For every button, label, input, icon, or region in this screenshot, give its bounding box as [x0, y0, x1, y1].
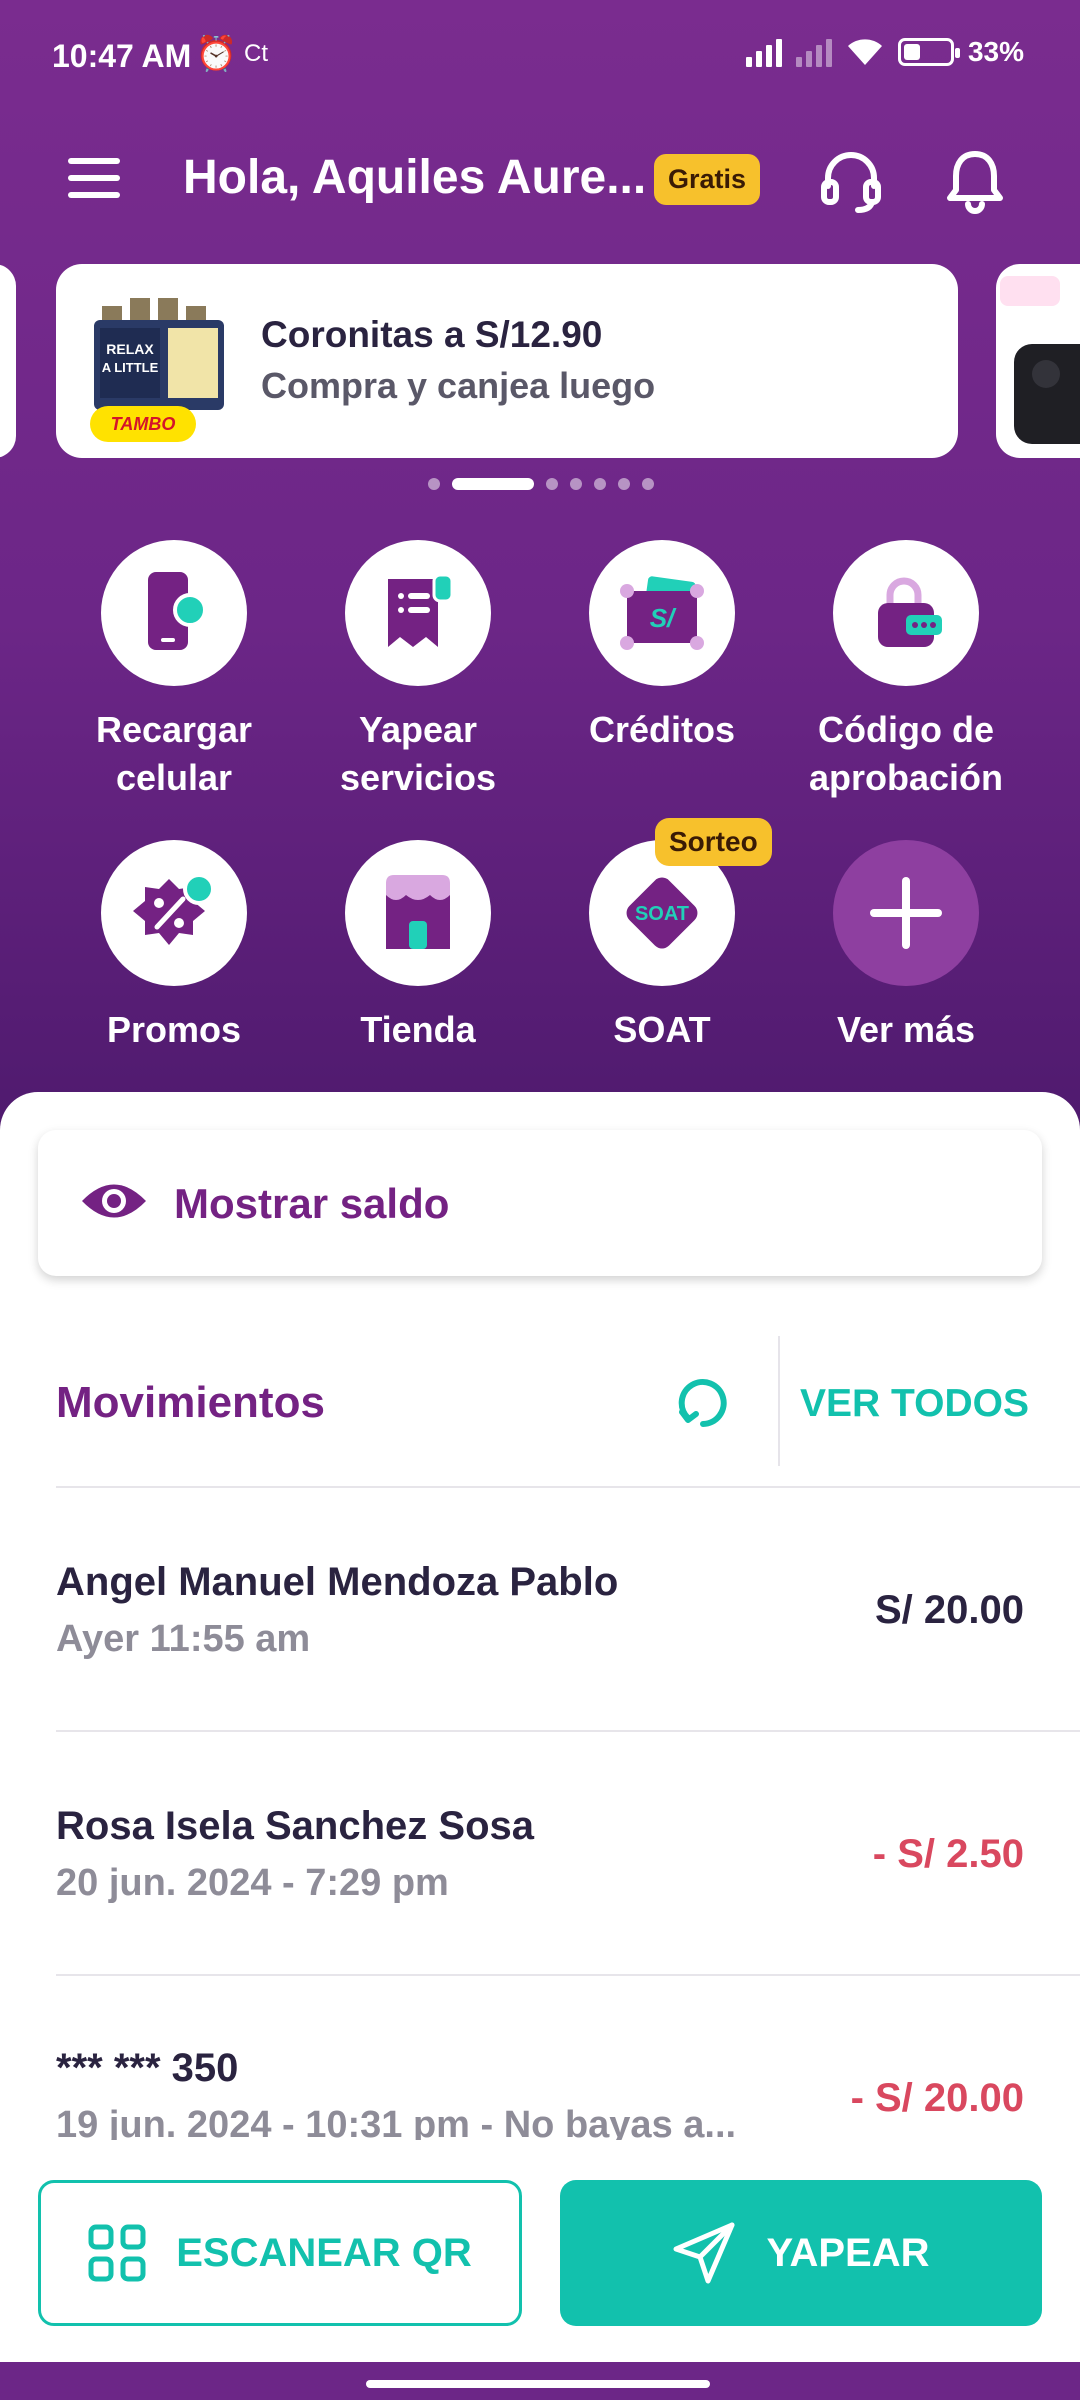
carousel-indicator [428, 478, 654, 490]
promo-card[interactable]: RELAX A LITTLE TAMBO Coronitas a S/12.90… [56, 264, 958, 458]
promo-beer-image: RELAX A LITTLE TAMBO [90, 298, 224, 442]
receipt-icon [388, 573, 454, 647]
action-label: SOAT [613, 1009, 711, 1050]
divider [56, 1486, 1080, 1488]
action-label: Ver más [836, 1009, 976, 1050]
refresh-icon[interactable] [672, 1372, 734, 1434]
store-icon [386, 875, 450, 949]
svg-text:RELAX: RELAX [106, 341, 154, 357]
svg-text:A LITTLE: A LITTLE [102, 360, 159, 375]
wifi-icon [847, 39, 882, 65]
bell-icon[interactable] [940, 146, 1010, 216]
transaction-amount: - S/ 2.50 [872, 1832, 1024, 1876]
lock-code-icon [878, 577, 942, 647]
battery-icon [897, 38, 960, 66]
transaction-amount: - S/ 20.00 [850, 2076, 1024, 2120]
action-label: Recargar celular [95, 709, 253, 798]
signal-2-icon [795, 37, 832, 67]
battery-percent: 33% [967, 36, 1024, 67]
home-indicator[interactable] [366, 2380, 710, 2388]
transaction-date: Ayer 11:55 am [56, 1618, 311, 1660]
movements-title: Movimientos [56, 1378, 325, 1427]
action-recargar-celular[interactable]: Recargar celular [54, 540, 294, 802]
action-codigo-aprobacion[interactable]: Código de aprobación [786, 540, 1026, 802]
soat-icon: SOAT [626, 877, 698, 949]
action-label: Yapear servicios [339, 709, 497, 798]
show-balance-label: Mostrar saldo [174, 1180, 450, 1227]
promo-title: Coronitas a S/12.90 [261, 314, 603, 355]
send-icon [673, 2222, 735, 2284]
transaction-name: *** *** 350 [56, 2046, 239, 2090]
promo-earbuds-image [1000, 276, 1080, 444]
status-bar: 10:47 AM ⏰ Ct 33% [0, 0, 1080, 110]
action-label: Tienda [360, 1009, 476, 1050]
transaction-amount: S/ 20.00 [874, 1588, 1024, 1632]
greeting: Hola, Aquiles Aure... [183, 151, 647, 204]
divider [56, 1974, 1080, 1976]
status-time: 10:47 AM [52, 38, 192, 74]
svg-text:SOAT: SOAT [635, 903, 689, 925]
phone-recharge-icon [148, 572, 207, 650]
carrier-tag: Ct [244, 40, 268, 67]
yapear-label: YAPEAR [766, 2230, 930, 2275]
action-label: Promos [106, 1009, 242, 1050]
action-soat[interactable]: SOAT SOAT [542, 840, 782, 1054]
transaction-name: Rosa Isela Sanchez Sosa [56, 1804, 535, 1848]
wallet-soles-icon: S/ [620, 576, 704, 650]
discount-badge-icon [133, 873, 215, 945]
action-label: Código de aprobación [808, 709, 1004, 798]
show-balance-card[interactable]: Mostrar saldo [38, 1130, 1042, 1276]
signal-icon [745, 37, 782, 67]
svg-text:TAMBO: TAMBO [111, 414, 176, 434]
system-nav-bar [0, 2362, 1080, 2400]
eye-icon [82, 1184, 146, 1218]
action-promos[interactable]: Promos [54, 840, 294, 1054]
scan-qr-button[interactable]: ESCANEAR QR [38, 2180, 522, 2326]
action-creditos[interactable]: S/ Créditos [542, 540, 782, 754]
promo-card-next[interactable] [996, 264, 1080, 458]
divider [56, 1730, 1080, 1732]
promo-card-previous[interactable] [0, 264, 16, 458]
svg-text:S/: S/ [650, 603, 677, 633]
action-label: Créditos [588, 709, 736, 750]
menu-icon[interactable] [68, 158, 120, 200]
divider [778, 1336, 780, 1466]
plus-icon [870, 877, 942, 949]
action-yapear-servicios[interactable]: Yapear servicios [298, 540, 538, 802]
yapear-button[interactable]: YAPEAR [560, 2180, 1042, 2326]
scan-qr-label: ESCANEAR QR [176, 2230, 472, 2275]
qr-scan-icon [88, 2224, 146, 2282]
headset-icon[interactable] [816, 146, 886, 216]
promo-subtitle: Compra y canjea luego [261, 365, 656, 406]
action-ver-mas[interactable]: Ver más [786, 840, 1026, 1054]
transaction-name: Angel Manuel Mendoza Pablo [56, 1560, 619, 1604]
sorteo-badge: Sorteo [655, 818, 772, 866]
view-all-link[interactable]: VER TODOS [800, 1382, 1029, 1426]
alarm-icon: ⏰ [195, 35, 238, 73]
plan-badge[interactable]: Gratis [654, 154, 761, 205]
transaction-date: 20 jun. 2024 - 7:29 pm [56, 1862, 449, 1904]
action-tienda[interactable]: Tienda [298, 840, 538, 1054]
